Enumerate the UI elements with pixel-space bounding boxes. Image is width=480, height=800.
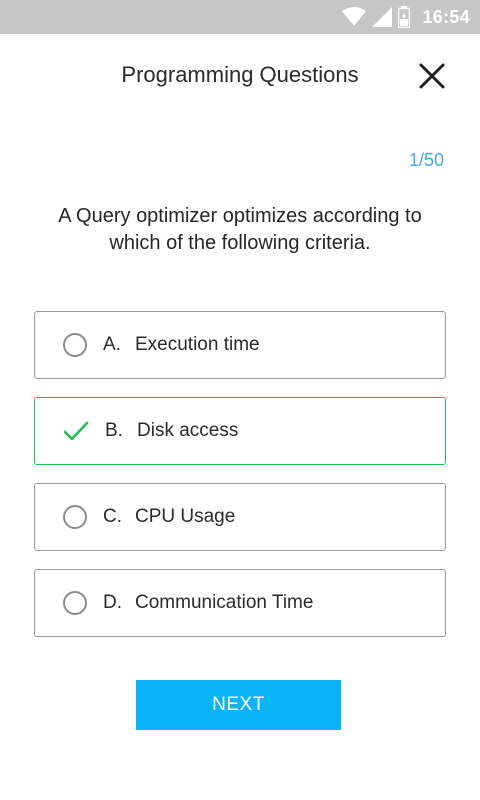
next-button[interactable]: NEXT (136, 680, 341, 730)
signal-icon (372, 7, 393, 27)
option-letter: D. (103, 592, 122, 613)
option-text: CPU Usage (135, 506, 236, 527)
question-text: A Query optimizer optimizes according to… (58, 205, 422, 254)
answer-options: A. Execution time B. Disk access C. CPU … (34, 311, 446, 655)
option-a[interactable]: A. Execution time (34, 311, 446, 379)
option-b[interactable]: B. Disk access (34, 397, 446, 465)
check-icon (63, 421, 89, 441)
option-text: Disk access (137, 420, 239, 441)
page-title: Programming Questions (121, 62, 359, 87)
status-time: 16:54 (422, 6, 470, 27)
option-text: Communication Time (135, 592, 314, 613)
status-bar: 16:54 (0, 0, 480, 34)
option-text: Execution time (135, 334, 260, 355)
option-d[interactable]: D. Communication Time (34, 569, 446, 637)
option-letter: B. (105, 420, 123, 441)
option-c[interactable]: C. CPU Usage (34, 483, 446, 551)
radio-icon (63, 591, 87, 615)
status-icons (342, 6, 411, 28)
question-counter: 1/50 (408, 150, 444, 170)
option-letter: C. (103, 506, 122, 527)
app-header: Programming Questions (0, 34, 480, 118)
radio-icon (63, 505, 87, 529)
radio-icon (63, 333, 87, 357)
close-icon (419, 63, 445, 89)
option-letter: A. (103, 334, 121, 355)
close-button[interactable] (418, 62, 446, 90)
battery-icon (398, 6, 411, 28)
wifi-icon (342, 7, 367, 26)
